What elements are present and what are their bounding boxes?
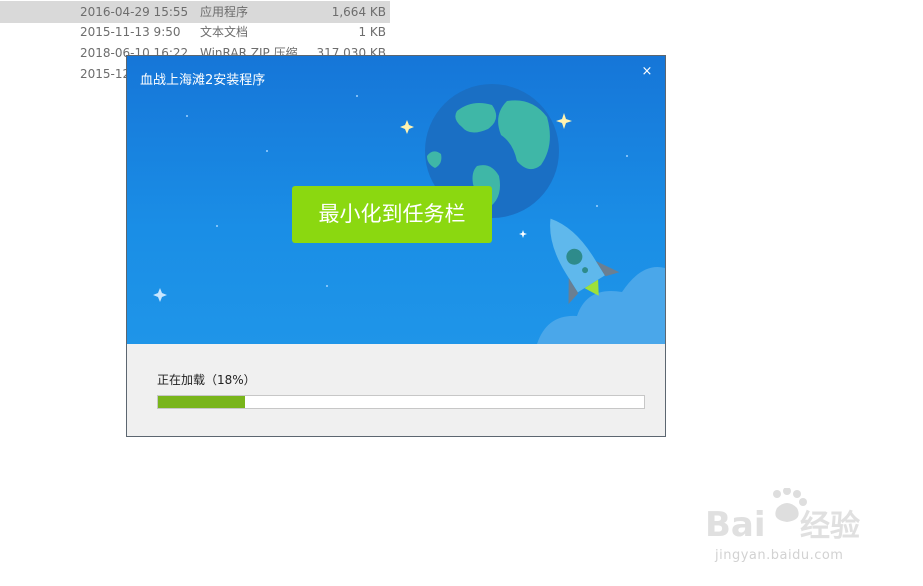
star-dot — [356, 95, 358, 97]
sparkle-star-icon — [556, 113, 572, 129]
loading-status: 正在加载（18%） — [157, 373, 256, 387]
baidu-watermark-logo: Bai 经验 — [705, 488, 860, 545]
svg-text:Bai: Bai — [705, 505, 766, 545]
file-date: 2016-04-29 15:55 — [80, 5, 189, 19]
star-dot — [626, 155, 628, 157]
sparkle-star-icon — [153, 288, 167, 302]
file-row[interactable]: 2016-04-29 15:55 应用程序 1,664 KB — [0, 1, 390, 23]
progress-bar-fill — [158, 396, 245, 408]
watermark-subtext: jingyan.baidu.com — [715, 548, 844, 563]
cloud-shape — [537, 267, 665, 344]
file-row[interactable]: 2015-11-13 9:50 文本文档 1 KB — [0, 21, 390, 43]
file-date: 2015-11-13 9:50 — [80, 25, 181, 39]
star-dot — [216, 225, 218, 227]
star-dot — [326, 285, 328, 287]
sparkle-star-icon — [400, 120, 414, 134]
file-type: 应用程序 — [200, 5, 249, 19]
file-type: 文本文档 — [200, 25, 249, 39]
progress-bar — [157, 395, 645, 409]
star-dot — [596, 205, 598, 207]
file-size: 1,664 KB — [331, 5, 386, 19]
minimize-to-taskbar-button[interactable]: 最小化到任务栏 — [292, 186, 492, 243]
star-dot — [266, 150, 268, 152]
sparkle-star-icon — [519, 230, 527, 238]
dialog-title: 血战上海滩2安装程序 — [140, 73, 266, 88]
svg-text:经验: 经验 — [800, 509, 860, 544]
file-size: 1 KB — [358, 25, 386, 39]
star-dot — [186, 115, 188, 117]
close-button[interactable]: × — [639, 64, 655, 80]
installer-banner: 血战上海滩2安装程序 × 最小化到任务栏 — [127, 56, 665, 344]
installer-dialog: 血战上海滩2安装程序 × 最小化到任务栏 正在加载（18%） — [126, 55, 666, 437]
